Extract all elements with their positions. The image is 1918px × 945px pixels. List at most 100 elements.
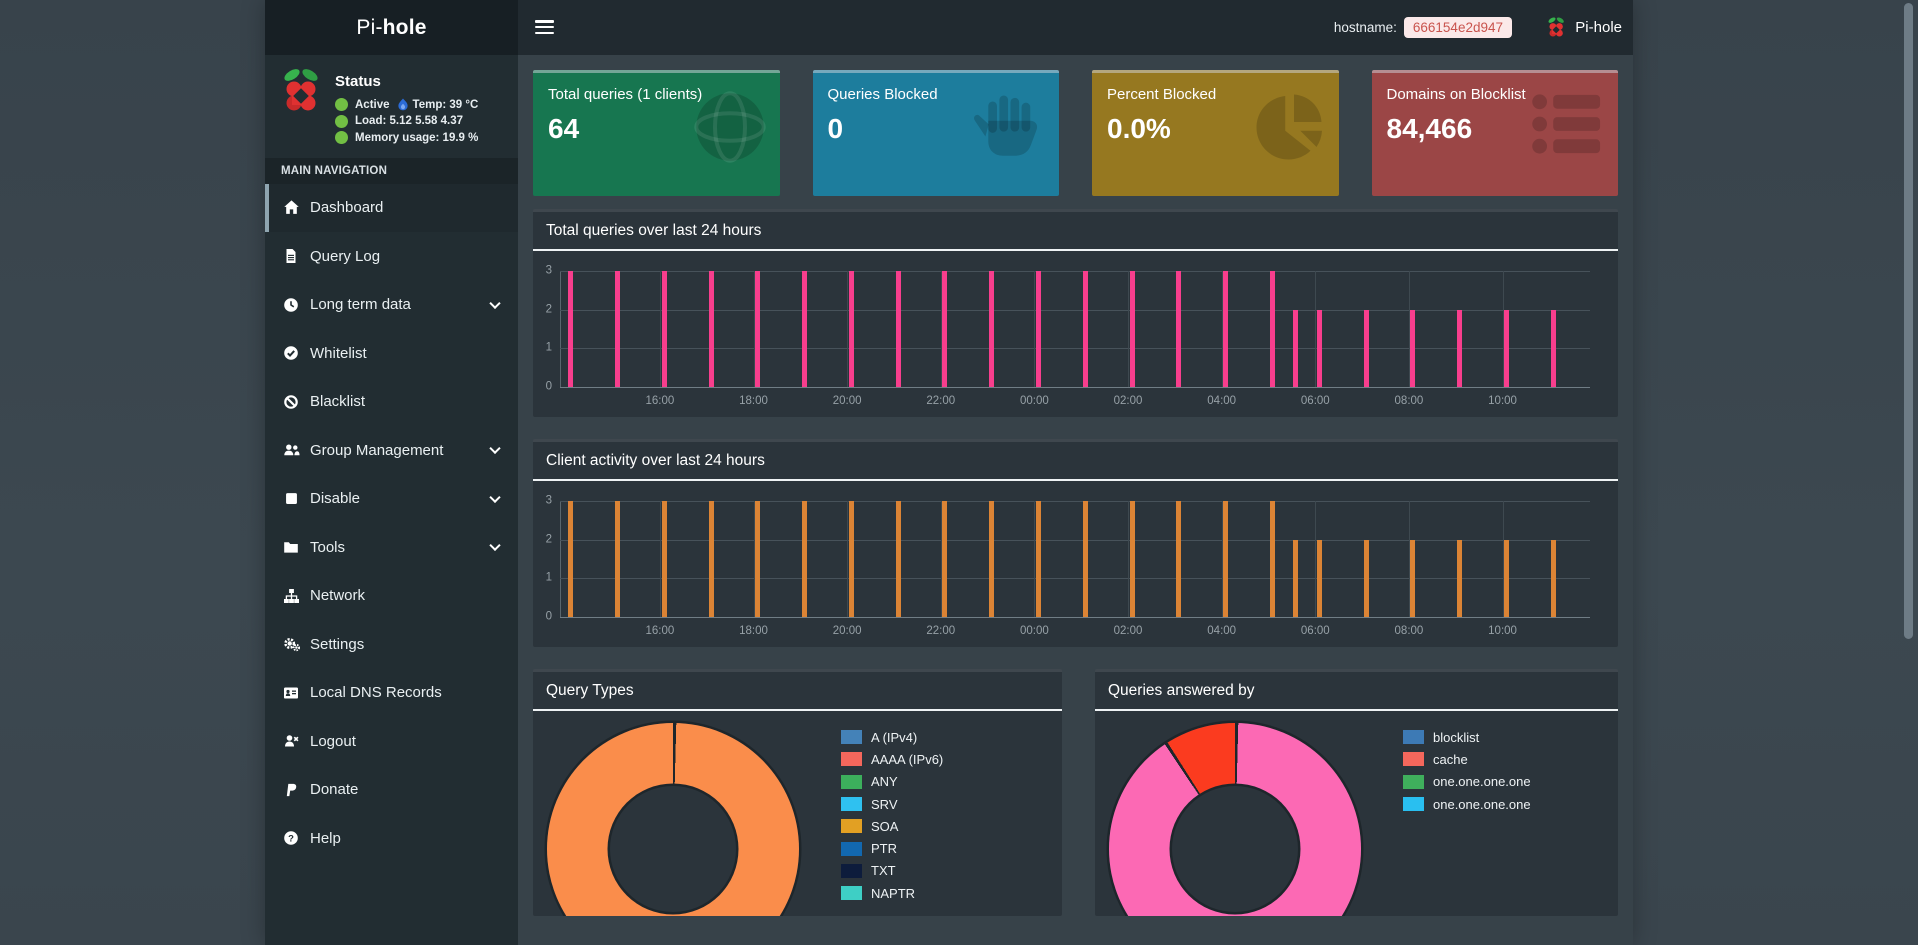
sidebar-item-tools[interactable]: Tools (265, 523, 518, 572)
stop-icon (281, 491, 301, 506)
bar (568, 271, 574, 387)
panel-client-activity: Client activity over last 24 hours 0 1 2 3 1… (533, 439, 1618, 647)
gridline (560, 501, 1590, 502)
sidebar-item-label: Disable (310, 490, 361, 508)
chevron-down-icon (489, 442, 501, 455)
gridline (753, 501, 755, 617)
bar (661, 271, 667, 387)
top-navbar: Pi-hole hostname: 666154e2d947 Pi-hole (265, 0, 1633, 55)
sidebar-item-group-management[interactable]: Group Management (265, 426, 518, 475)
x-tick-label: 16:00 (645, 625, 675, 637)
gridline (560, 309, 1590, 311)
sidebar-item-help[interactable]: ? Help (265, 814, 518, 863)
bar (1550, 309, 1556, 387)
queries-answered-donut (1109, 723, 1361, 916)
sidebar: Status Active Temp: 39 °C Load: 5.12 5.58… (265, 55, 518, 945)
users-icon (281, 442, 301, 458)
legend-item: A (IPv4) (841, 726, 943, 748)
sidebar-item-settings[interactable]: Settings (265, 620, 518, 669)
legend-swatch (1403, 730, 1424, 745)
card-queries-blocked: Queries Blocked 0 (812, 70, 1059, 196)
chevron-down-icon (489, 297, 501, 309)
y-axis (560, 501, 561, 617)
bar (1363, 309, 1369, 387)
brand-logo[interactable]: Pi-hole (265, 0, 518, 55)
navbar-brand-text: Pi-hole (1575, 19, 1622, 36)
sidebar-item-label: Tools (310, 538, 346, 556)
y-tick-label: 1 (545, 341, 552, 354)
legend-label: A (IPv4) (871, 729, 918, 745)
bar (1176, 501, 1182, 617)
x-tick-label: 06:00 (1300, 395, 1330, 407)
panel-query-types: Query Types A (IPv4) AAAA (IPv6) ANY SRV SOA… (533, 669, 1062, 916)
query-types-donut (547, 723, 799, 916)
legend-swatch (841, 797, 862, 812)
ban-icon (281, 394, 301, 410)
check-circle-icon (281, 345, 301, 361)
client-activity-chart[interactable]: 0 1 2 3 16:00 18:00 20:00 22:00 00:00 02:00 04:00 0… (546, 494, 1590, 637)
x-tick-label: 20:00 (832, 625, 862, 637)
bar (1082, 501, 1088, 617)
gridline (560, 348, 1590, 350)
hostname-label: hostname: (1333, 20, 1397, 35)
legend-item: NAPTR (841, 882, 943, 904)
bar (615, 271, 621, 387)
legend-item: AAAA (IPv6) (841, 748, 943, 770)
bar (1036, 271, 1042, 387)
legend-label: PTR (871, 841, 897, 857)
legend-label: one.one.one.one (1433, 796, 1531, 812)
x-tick-label: 02:00 (1113, 395, 1143, 407)
legend-item: SOA (841, 815, 943, 837)
bar (1316, 309, 1322, 387)
legend-label: cache (1433, 751, 1468, 767)
legend-swatch (841, 863, 862, 878)
sidebar-item-donate[interactable]: Donate (265, 766, 518, 815)
sidebar-item-label: Dashboard (310, 199, 384, 217)
hostname-badge: 666154e2d947 (1403, 17, 1512, 38)
status-row: Active Temp: 39 °C (335, 98, 478, 111)
y-tick-label: 2 (545, 303, 552, 316)
bar (1410, 539, 1416, 617)
query-types-legend: A (IPv4) AAAA (IPv6) ANY SRV SOA PTR TXT NAPTR (841, 726, 943, 916)
total-queries-chart[interactable]: 0 1 2 3 16:00 18:00 20:00 22:00 00:00 02:00 04:00 0… (546, 264, 1590, 407)
legend-label: SRV (871, 796, 898, 812)
legend-label: one.one.one.one (1433, 774, 1531, 790)
x-tick-label: 08:00 (1394, 625, 1424, 637)
gridline (560, 539, 1590, 541)
sidebar-item-blacklist[interactable]: Blacklist (265, 378, 518, 427)
x-tick-label: 04:00 (1207, 395, 1237, 407)
status-dot (335, 98, 348, 111)
panel-title: Queries answered by (1108, 682, 1255, 699)
page-scrollbar[interactable] (1904, 3, 1913, 639)
sidebar-item-query-log[interactable]: Query Log (265, 232, 518, 281)
card-percent-blocked: Percent Blocked 0.0% (1092, 70, 1339, 196)
x-tick-label: 16:00 (645, 395, 675, 407)
x-tick-label: 02:00 (1113, 625, 1143, 637)
y-axis (560, 271, 561, 387)
card-domains-on-blocklist: Domains on Blocklist 84,466 (1371, 70, 1618, 196)
status-row: Load: 5.12 5.58 4.37 (335, 114, 478, 128)
sidebar-item-logout[interactable]: Logout (265, 717, 518, 766)
bar (568, 501, 574, 617)
x-tick-label: 18:00 (739, 395, 768, 407)
x-tick-label: 08:00 (1394, 395, 1424, 407)
y-tick-label: 1 (545, 571, 552, 584)
gridline (560, 578, 1590, 580)
panel-title: Total queries over last 24 hours (546, 222, 762, 239)
legend-swatch (841, 774, 862, 789)
sidebar-item-label: Long term data (310, 296, 411, 314)
sidebar-item-disable[interactable]: Disable (265, 475, 518, 524)
sidebar-item-long-term-data[interactable]: Long term data (265, 281, 518, 330)
sidebar-item-whitelist[interactable]: Whitelist (265, 329, 518, 378)
sidebar-item-label: Blacklist (310, 393, 366, 411)
sidebar-item-local-dns-records[interactable]: Local DNS Records (265, 669, 518, 718)
sidebar-item-network[interactable]: Network (265, 572, 518, 621)
folder-icon (281, 539, 301, 555)
y-tick-label: 0 (545, 610, 552, 623)
gridline (560, 387, 1590, 388)
clock-icon (281, 297, 301, 313)
legend-swatch (841, 819, 862, 834)
sidebar-item-dashboard[interactable]: Dashboard (265, 183, 518, 232)
bar (1036, 501, 1042, 617)
hamburger-icon[interactable] (535, 20, 554, 35)
